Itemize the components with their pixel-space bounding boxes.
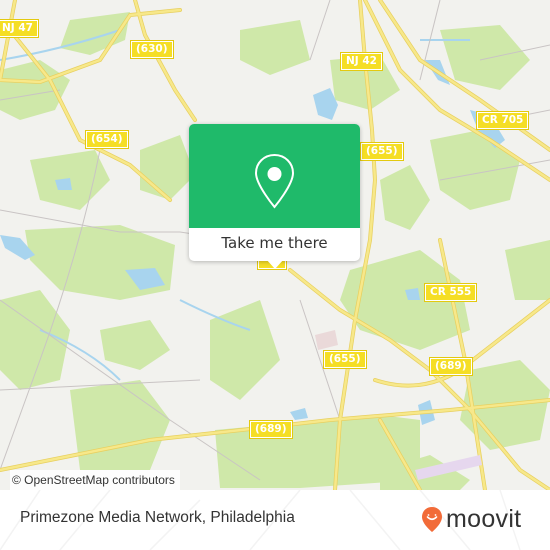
popup-header	[189, 124, 360, 228]
road-label-cr-705: CR 705	[475, 111, 530, 130]
road-label-nj-42: NJ 42	[340, 52, 383, 71]
moovit-pin-icon	[422, 506, 442, 532]
road-label-689-south: (689)	[249, 420, 293, 439]
map-pin-icon	[254, 153, 295, 209]
residential-area	[315, 330, 338, 350]
road-label-cr-555: CR 555	[423, 283, 478, 302]
road-label-655-south: (655)	[323, 350, 367, 369]
road-label-630: (630)	[130, 40, 174, 59]
map[interactable]: NJ 47 (630) NJ 42 (654) (655) CR 705 CR …	[0, 0, 550, 490]
moovit-wordmark: moovit	[446, 504, 522, 533]
take-me-there-button[interactable]: Take me there	[189, 228, 360, 261]
road-label-689-east: (689)	[429, 357, 473, 376]
moovit-logo[interactable]: moovit	[421, 504, 521, 534]
road-label-654: (654)	[85, 130, 129, 149]
place-name: Primezone Media Network, Philadelphia	[20, 509, 295, 526]
location-popup: Take me there	[189, 124, 360, 269]
road-label-655-north: (655)	[360, 142, 404, 161]
attribution[interactable]: © OpenStreetMap contributors	[10, 470, 180, 490]
popup-pointer	[266, 259, 284, 269]
road-label-nj-47: NJ 47	[0, 19, 39, 38]
